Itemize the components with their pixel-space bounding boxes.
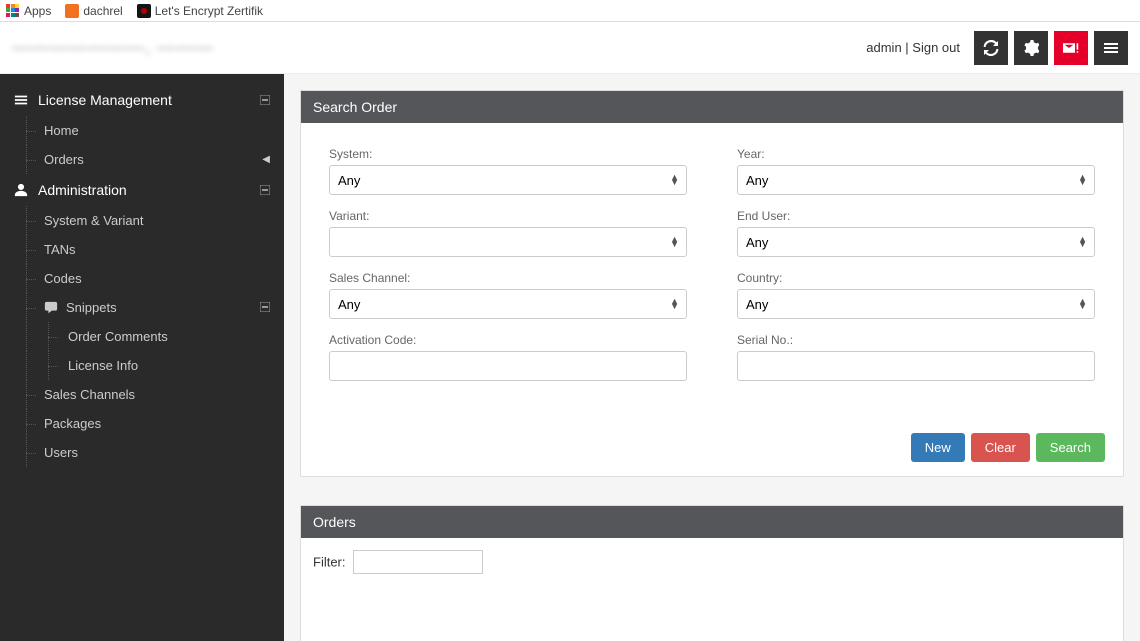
sidebar-item-order-comments[interactable]: Order Comments <box>0 322 284 351</box>
label: Home <box>44 123 79 138</box>
enduser-label: End User: <box>737 209 1095 223</box>
user-icon <box>14 183 28 197</box>
separator: | <box>902 40 913 55</box>
envelope-alert-icon <box>1063 40 1079 56</box>
orders-panel: Orders Filter: <box>300 505 1124 641</box>
sidebar: License Management Home Orders ◀ Administ… <box>0 74 284 641</box>
country-select[interactable]: Any <box>737 289 1095 319</box>
collapse-icon <box>260 182 270 198</box>
new-button[interactable]: New <box>911 433 965 462</box>
inbox-button[interactable] <box>1054 31 1088 65</box>
bookmark-label: dachrel <box>83 4 122 18</box>
bookmark-dachrel[interactable]: dachrel <box>65 4 122 18</box>
sidebar-item-tans[interactable]: TANs <box>0 235 284 264</box>
enduser-select[interactable]: Any <box>737 227 1095 257</box>
sidebar-item-packages[interactable]: Packages <box>0 409 284 438</box>
saleschannel-label: Sales Channel: <box>329 271 687 285</box>
variant-select[interactable] <box>329 227 687 257</box>
apps-grid-icon <box>6 4 20 18</box>
search-order-panel: Search Order System: Any▲▼ Year: Any▲▼ V… <box>300 90 1124 477</box>
panel-title: Search Order <box>301 91 1123 123</box>
system-select[interactable]: Any <box>329 165 687 195</box>
sidebar-item-snippets[interactable]: Snippets <box>0 293 284 322</box>
caret-left-icon: ◀ <box>262 154 270 165</box>
collapse-icon <box>260 92 270 108</box>
filter-row: Filter: <box>301 538 1123 586</box>
topbar: ———————, ——— admin | Sign out <box>0 22 1140 74</box>
section-title: License Management <box>38 92 172 108</box>
filter-input[interactable] <box>353 550 483 574</box>
sidebar-section-license[interactable]: License Management <box>0 84 284 116</box>
section-title: Administration <box>38 182 127 198</box>
label: Snippets <box>66 300 117 315</box>
label: License Info <box>68 358 138 373</box>
topbar-right: admin | Sign out <box>866 31 1128 65</box>
clear-button[interactable]: Clear <box>971 433 1030 462</box>
refresh-button[interactable] <box>974 31 1008 65</box>
collapse-icon <box>260 300 270 315</box>
filter-label: Filter: <box>313 555 346 570</box>
gear-icon <box>1023 40 1039 56</box>
saleschannel-select[interactable]: Any <box>329 289 687 319</box>
comments-icon <box>44 301 58 315</box>
search-buttons: New Clear Search <box>301 419 1123 476</box>
favicon <box>65 4 79 18</box>
label: Users <box>44 445 78 460</box>
user-signout-text: admin | Sign out <box>866 40 960 55</box>
system-label: System: <box>329 147 687 161</box>
label: Codes <box>44 271 82 286</box>
sidebar-item-orders[interactable]: Orders ◀ <box>0 145 284 174</box>
year-label: Year: <box>737 147 1095 161</box>
brand-blurred: ———————, ——— <box>12 37 214 58</box>
search-button[interactable]: Search <box>1036 433 1105 462</box>
sidebar-section-admin[interactable]: Administration <box>0 174 284 206</box>
country-label: Country: <box>737 271 1095 285</box>
sidebar-item-users[interactable]: Users <box>0 438 284 467</box>
user-label: admin <box>866 40 901 55</box>
label: TANs <box>44 242 76 257</box>
sidebar-item-sales-channels[interactable]: Sales Channels <box>0 380 284 409</box>
serial-input[interactable] <box>737 351 1095 381</box>
refresh-icon <box>983 40 999 56</box>
apps-button[interactable]: Apps <box>6 4 51 18</box>
label: Sales Channels <box>44 387 135 402</box>
label: System & Variant <box>44 213 143 228</box>
label: Packages <box>44 416 101 431</box>
favicon <box>137 4 151 18</box>
apps-label: Apps <box>24 4 51 18</box>
sidebar-item-license-info[interactable]: License Info <box>0 351 284 380</box>
variant-label: Variant: <box>329 209 687 223</box>
hamburger-icon <box>1103 40 1119 56</box>
browser-bookmarks-bar: Apps dachrel Let's Encrypt Zertifik <box>0 0 1140 22</box>
activation-input[interactable] <box>329 351 687 381</box>
panel-title: Orders <box>301 506 1123 538</box>
bookmark-label: Let's Encrypt Zertifik <box>155 4 263 18</box>
list-icon <box>14 93 28 107</box>
bookmark-letsencrypt[interactable]: Let's Encrypt Zertifik <box>137 4 263 18</box>
sidebar-item-system-variant[interactable]: System & Variant <box>0 206 284 235</box>
serial-label: Serial No.: <box>737 333 1095 347</box>
sidebar-item-home[interactable]: Home <box>0 116 284 145</box>
label: Orders <box>44 152 84 167</box>
sidebar-item-codes[interactable]: Codes <box>0 264 284 293</box>
main-content: Search Order System: Any▲▼ Year: Any▲▼ V… <box>284 74 1140 641</box>
label: Order Comments <box>68 329 168 344</box>
signout-link[interactable]: Sign out <box>912 40 960 55</box>
menu-button[interactable] <box>1094 31 1128 65</box>
settings-button[interactable] <box>1014 31 1048 65</box>
year-select[interactable]: Any <box>737 165 1095 195</box>
activation-label: Activation Code: <box>329 333 687 347</box>
